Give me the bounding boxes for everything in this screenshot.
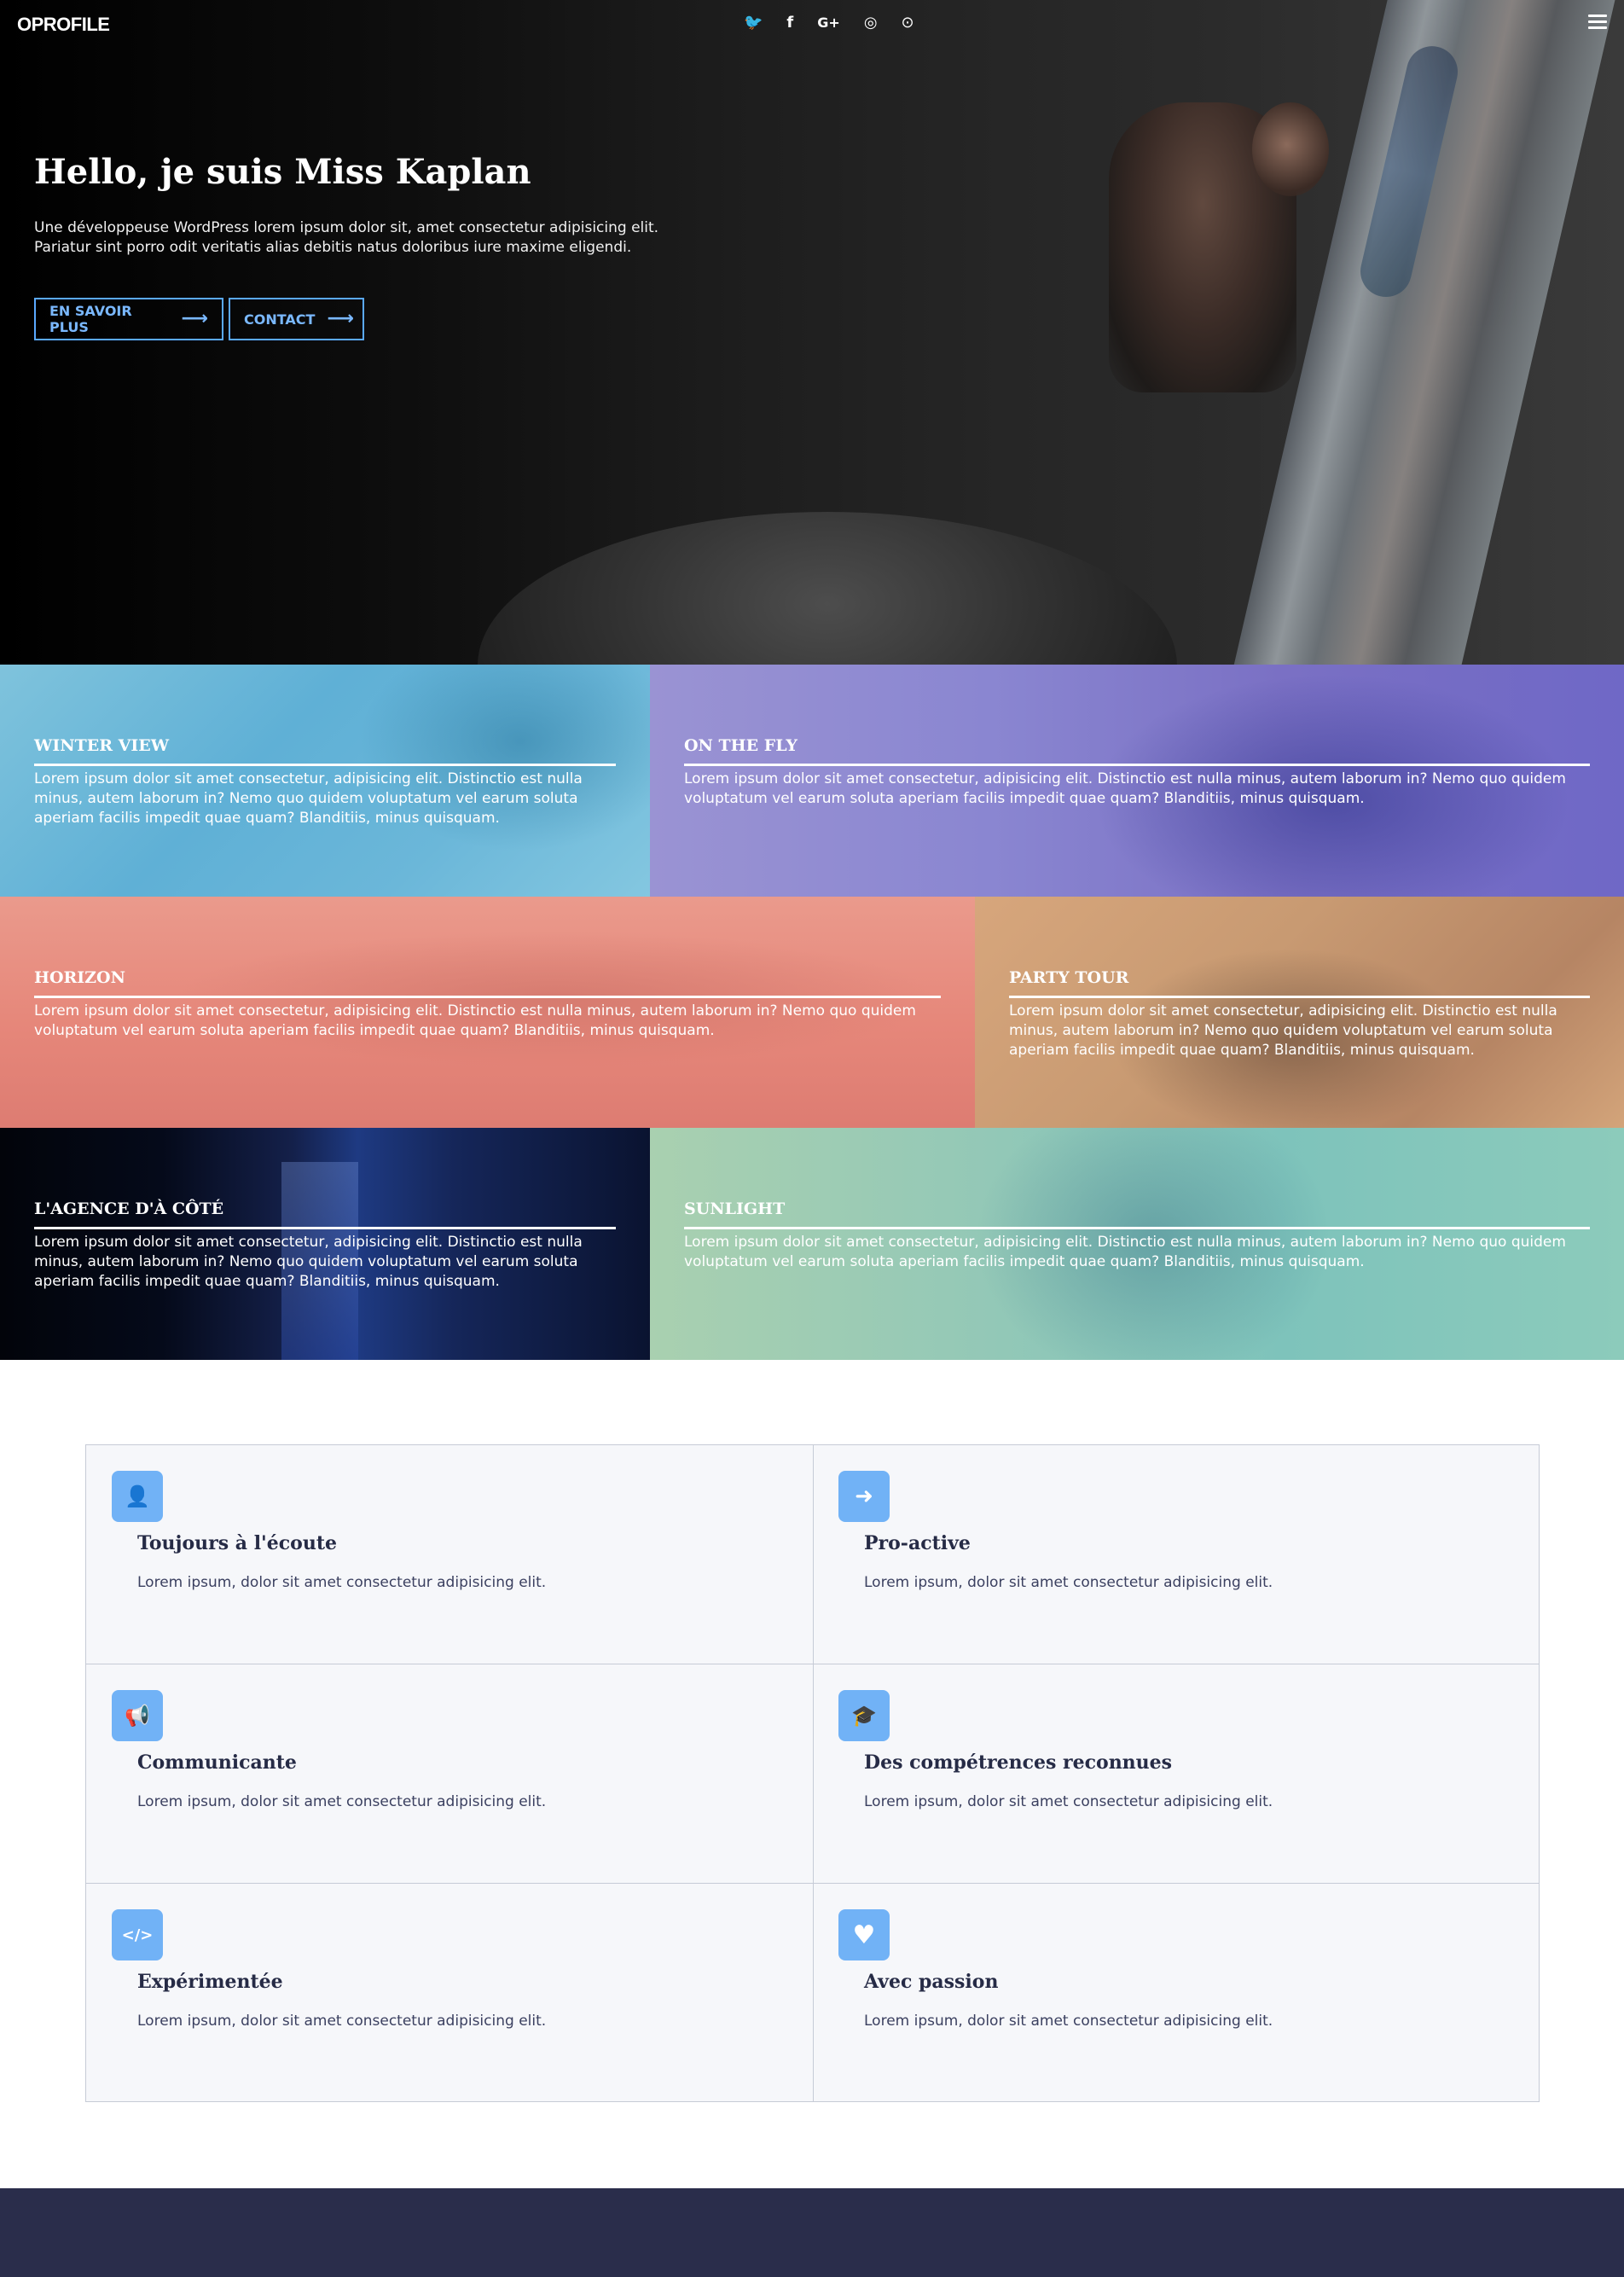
feature-text: Lorem ipsum, dolor sit amet consectetur … (864, 2013, 1273, 2030)
tile-title: PARTY TOUR (1009, 968, 1129, 987)
tile-text: Lorem ipsum dolor sit amet consectetur, … (34, 1234, 583, 1290)
tile-title: HORIZON (34, 968, 125, 987)
tile-agence[interactable]: L'AGENCE D'À CÔTÉ Lorem ipsum dolor sit … (0, 1128, 650, 1360)
feature-card: ➜ Pro-active Lorem ipsum, dolor sit amet… (813, 1445, 1540, 1664)
feature-card: 👤 Toujours à l'écoute Lorem ipsum, dolor… (86, 1445, 813, 1664)
hero-description: Une développeuse WordPress lorem ipsum d… (34, 218, 682, 258)
hero-title: Hello, je suis Miss Kaplan (34, 152, 531, 192)
tile-on-the-fly[interactable]: ON THE FLY Lorem ipsum dolor sit amet co… (650, 665, 1624, 897)
footer (0, 2188, 1624, 2277)
tile-horizon[interactable]: HORIZON Lorem ipsum dolor sit amet conse… (0, 897, 975, 1128)
tile-title: L'AGENCE D'À CÔTÉ (34, 1199, 224, 1218)
hero-description-line-1: Une développeuse WordPress lorem ipsum d… (34, 219, 659, 236)
learn-more-label: EN SAVOIR PLUS (49, 303, 132, 335)
tile-title: SUNLIGHT (684, 1199, 786, 1218)
tile-divider (1009, 996, 1590, 998)
feature-text: Lorem ipsum, dolor sit amet consectetur … (864, 1574, 1273, 1591)
hero-rock-image (478, 512, 1177, 665)
hero-section: OPROFILE 🐦 f G+ ◎ ⊙ Hello, je suis Miss … (0, 0, 1624, 665)
megaphone-icon: 📢 (112, 1690, 163, 1741)
google-plus-icon[interactable]: G+ (817, 12, 840, 34)
feature-title: Pro-active (864, 1532, 971, 1554)
tile-title: ON THE FLY (684, 736, 798, 755)
tile-sunlight[interactable]: SUNLIGHT Lorem ipsum dolor sit amet cons… (650, 1128, 1624, 1360)
tile-divider (34, 996, 941, 998)
learn-more-button[interactable]: EN SAVOIR PLUS ⟶ (34, 298, 223, 340)
feature-card: </> Expérimentée Lorem ipsum, dolor sit … (86, 1884, 813, 2102)
tile-divider (684, 764, 1590, 766)
hero-person-head-image (1252, 102, 1329, 196)
feature-title: Communicante (137, 1751, 297, 1774)
code-icon: </> (112, 1909, 163, 1960)
feature-card: ♥ Avec passion Lorem ipsum, dolor sit am… (813, 1884, 1540, 2102)
instagram-icon[interactable]: ◎ (864, 12, 878, 34)
features-grid: 👤 Toujours à l'écoute Lorem ipsum, dolor… (85, 1444, 1540, 2102)
tile-text: Lorem ipsum dolor sit amet consectetur, … (34, 770, 583, 827)
feature-text: Lorem ipsum, dolor sit amet consectetur … (137, 2013, 547, 2030)
feature-text: Lorem ipsum, dolor sit amet consectetur … (864, 1793, 1273, 1810)
social-links: 🐦 f G+ ◎ ⊙ (744, 12, 914, 34)
arrow-right-icon: ⟶ (327, 308, 354, 329)
tile-divider (684, 1227, 1590, 1229)
tile-divider (34, 1227, 616, 1229)
tile-party-tour[interactable]: PARTY TOUR Lorem ipsum dolor sit amet co… (975, 897, 1624, 1128)
feature-text: Lorem ipsum, dolor sit amet consectetur … (137, 1574, 547, 1591)
feature-title: Toujours à l'écoute (137, 1532, 338, 1554)
hero-description-line-2: Pariatur sint porro odit veritatis alias… (34, 239, 632, 256)
tile-text: Lorem ipsum dolor sit amet consectetur, … (34, 1002, 916, 1039)
menu-icon[interactable] (1588, 15, 1607, 30)
facebook-icon[interactable]: f (786, 12, 793, 34)
brand-logo[interactable]: OPROFILE (17, 14, 110, 36)
tile-text: Lorem ipsum dolor sit amet consectetur, … (684, 770, 1566, 807)
arrow-right-icon: ➜ (838, 1471, 890, 1522)
tile-text: Lorem ipsum dolor sit amet consectetur, … (1009, 1002, 1557, 1059)
tile-text: Lorem ipsum dolor sit amet consectetur, … (684, 1234, 1566, 1270)
feature-title: Expérimentée (137, 1971, 283, 1993)
user-icon: 👤 (112, 1471, 163, 1522)
feature-card: 🎓 Des compétrences reconnues Lorem ipsum… (813, 1664, 1540, 1883)
tile-winter-view[interactable]: WINTER VIEW Lorem ipsum dolor sit amet c… (0, 665, 650, 897)
contact-button[interactable]: CONTACT ⟶ (229, 298, 364, 340)
tile-title: WINTER VIEW (34, 736, 170, 755)
github-icon[interactable]: ⊙ (902, 12, 914, 34)
graduation-cap-icon: 🎓 (838, 1690, 890, 1741)
heart-icon: ♥ (838, 1909, 890, 1960)
feature-card: 📢 Communicante Lorem ipsum, dolor sit am… (86, 1664, 813, 1883)
feature-text: Lorem ipsum, dolor sit amet consectetur … (137, 1793, 547, 1810)
feature-title: Avec passion (864, 1971, 999, 1993)
feature-title: Des compétrences reconnues (864, 1751, 1173, 1774)
twitter-icon[interactable]: 🐦 (744, 12, 763, 34)
contact-label: CONTACT (244, 311, 316, 328)
arrow-right-icon: ⟶ (181, 308, 208, 329)
tile-divider (34, 764, 616, 766)
